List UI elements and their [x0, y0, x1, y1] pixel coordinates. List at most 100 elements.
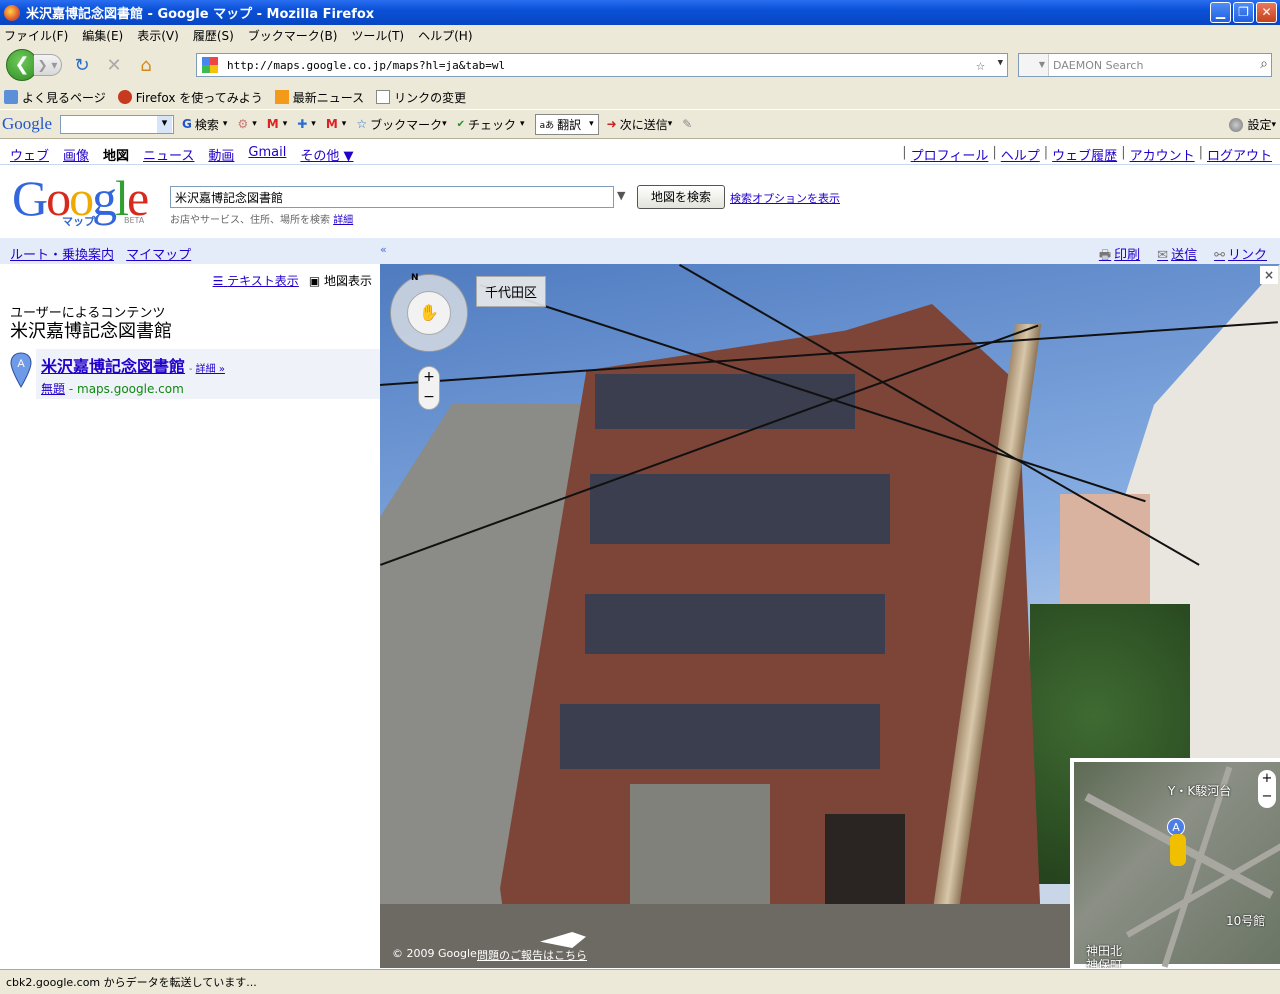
gmail-toolbar-button-2[interactable]: M ▾: [326, 117, 346, 131]
translate-button[interactable]: aあ 翻訳 ▾: [534, 113, 599, 135]
highlighter-button[interactable]: ✎: [682, 117, 692, 131]
gmail-toolbar-button[interactable]: M ▾: [267, 117, 287, 131]
menu-tools[interactable]: ツール(T): [351, 27, 404, 44]
zoom-control[interactable]: + −: [418, 366, 440, 410]
gbar-more[interactable]: その他 ▼: [300, 145, 353, 164]
page-icon: [376, 90, 391, 104]
map-view-toggle[interactable]: ▣ 地図表示: [309, 272, 372, 289]
gbar-images[interactable]: 画像: [63, 145, 89, 164]
directions-link[interactable]: ルート・乗換案内: [10, 248, 114, 263]
minimize-button[interactable]: ▁: [1210, 2, 1231, 23]
hand-icon[interactable]: ✋: [407, 291, 451, 335]
map-label: Y・K駿河台: [1168, 784, 1232, 798]
bookmark-star-icon[interactable]: ☆: [976, 56, 985, 74]
copyright-text: © 2009 Google: [392, 947, 477, 960]
gbar-profile[interactable]: プロフィール: [911, 145, 989, 164]
minimap-zoom-in[interactable]: +: [1258, 770, 1276, 788]
translate-icon: aあ: [539, 120, 555, 131]
separator: |: [1121, 145, 1126, 160]
district-label: 千代田区: [476, 276, 547, 307]
gbar-video[interactable]: 動画: [208, 145, 234, 164]
minimap-zoom-control[interactable]: + −: [1258, 770, 1276, 808]
window: [590, 474, 890, 544]
my-maps-link[interactable]: マイマップ: [126, 248, 191, 263]
bookmark-getting-started[interactable]: Firefox を使ってみよう: [117, 89, 263, 106]
menu-view[interactable]: 表示(V): [137, 27, 179, 44]
bookmark-latest-news[interactable]: 最新ニュース: [274, 89, 364, 106]
toolbar-settings-button[interactable]: 設定 ▾: [1229, 116, 1276, 133]
google-toolbar-search-input[interactable]: [60, 114, 175, 134]
gbar-logout[interactable]: ログアウト: [1207, 145, 1272, 164]
collapse-panel-icon[interactable]: «: [380, 243, 387, 256]
google-toolbar-logo[interactable]: Google: [2, 114, 52, 134]
google-toolbar-tools[interactable]: ⚙ ▾: [237, 117, 256, 131]
text-view-link[interactable]: ☰ テキスト表示: [213, 272, 299, 289]
window: [585, 594, 885, 654]
menu-help[interactable]: ヘルプ(H): [418, 27, 472, 44]
browser-search-box[interactable]: ▼ DAEMON Search ⌕: [1018, 53, 1272, 77]
gbar-maps-current: 地図: [103, 149, 130, 164]
result-item[interactable]: 米沢嘉博記念図書館 - 詳細 » 無題 - maps.google.com: [36, 349, 380, 399]
rss-icon: [274, 90, 289, 104]
highlighter-icon: ✎: [682, 117, 693, 131]
gbar-web[interactable]: ウェブ: [10, 145, 49, 164]
result-title-link[interactable]: 米沢嘉博記念図書館: [41, 357, 185, 376]
url-bar[interactable]: http://maps.google.co.jp/maps?hl=ja&tab=…: [196, 53, 1008, 77]
zoom-out-button[interactable]: −: [419, 387, 439, 407]
search-icon[interactable]: ⌕: [1260, 56, 1268, 72]
plus-icon: ✚: [297, 117, 308, 131]
gbar-help[interactable]: ヘルプ: [1001, 145, 1040, 164]
pan-control[interactable]: N ✋: [390, 273, 468, 352]
bookmark-folder-icon: [4, 90, 18, 104]
menu-file[interactable]: ファイル(F): [4, 27, 68, 44]
map-search-input[interactable]: [170, 186, 614, 208]
search-options-link[interactable]: 検索オプションを表示: [730, 190, 840, 206]
menu-bookmarks[interactable]: ブックマーク(B): [248, 27, 338, 44]
forward-icon[interactable]: ❯ ▾: [34, 54, 62, 76]
google-toolbar-search-button[interactable]: G 検索 ▾: [182, 116, 227, 133]
home-icon[interactable]: ⌂: [134, 55, 158, 76]
menu-history[interactable]: 履歴(S): [193, 27, 234, 44]
add-toolbar-button[interactable]: ✚ ▾: [297, 117, 316, 131]
pegman-icon[interactable]: [1170, 834, 1186, 866]
map-label: 10号館: [1226, 914, 1266, 928]
result-name-link[interactable]: 無題: [41, 382, 65, 396]
google-services-bar: ウェブ 画像 地図 ニュース 動画 Gmail その他 ▼ | プロフィール | ヘ…: [0, 140, 1280, 165]
mail-icon: ✉: [1157, 248, 1169, 263]
spellcheck-button[interactable]: ✔ チェック ▾: [457, 116, 525, 133]
url-dropdown-icon[interactable]: ▼: [998, 58, 1003, 68]
gbar-gmail[interactable]: Gmail: [248, 145, 286, 164]
bookmark-most-visited[interactable]: よく見るページ: [4, 89, 106, 106]
compass-north-label: N: [411, 273, 419, 283]
close-streetview-icon[interactable]: ×: [1260, 266, 1278, 284]
send-to-button[interactable]: ➜ 次に送信 ▾: [607, 116, 673, 133]
search-hint-details-link[interactable]: 詳細: [333, 215, 353, 226]
close-window-button[interactable]: ✕: [1256, 2, 1277, 23]
search-history-dropdown-icon[interactable]: ▼: [617, 189, 625, 202]
map-search-button[interactable]: 地図を検索: [637, 185, 725, 209]
marker-a-icon[interactable]: A: [10, 352, 32, 388]
search-engine-icon[interactable]: ▼: [1019, 54, 1049, 76]
google-bookmarks-button[interactable]: ☆ ブックマーク ▾: [356, 116, 446, 133]
street-view-panorama[interactable]: N ✋ + − 千代田区 × © 2009 Google 問題のご報告はこちら …: [380, 264, 1280, 968]
report-problem-link[interactable]: 問題のご報告はこちら: [477, 947, 587, 963]
reload-icon[interactable]: ↻: [70, 55, 94, 76]
minimap-zoom-out[interactable]: −: [1258, 788, 1276, 806]
gbar-news[interactable]: ニュース: [143, 145, 194, 164]
gbar-account[interactable]: アカウント: [1130, 145, 1195, 164]
window: [560, 704, 880, 769]
overview-minimap[interactable]: Y・K駿河台 10号館 神田北 神保町 A + −: [1070, 758, 1280, 968]
gbar-web-history[interactable]: ウェブ履歴: [1052, 145, 1117, 164]
gmail-icon: M: [266, 117, 279, 131]
result-detail-link[interactable]: 詳細 »: [196, 364, 225, 375]
stop-icon[interactable]: ✕: [102, 55, 126, 76]
results-panel: ☰ テキスト表示 ▣ 地図表示 ユーザーによるコンテンツ 米沢嘉博記念図書館 A…: [0, 264, 380, 969]
search-hint: お店やサービス、住所、場所を検索 詳細: [170, 215, 354, 226]
search-placeholder: DAEMON Search: [1053, 58, 1144, 72]
star-icon: ☆: [356, 117, 368, 131]
bookmark-change-links[interactable]: リンクの変更: [376, 89, 466, 106]
maximize-button[interactable]: ❐: [1233, 2, 1254, 23]
menu-edit[interactable]: 編集(E): [82, 27, 123, 44]
zoom-in-button[interactable]: +: [419, 367, 439, 387]
content-title: 米沢嘉博記念図書館: [10, 321, 172, 342]
